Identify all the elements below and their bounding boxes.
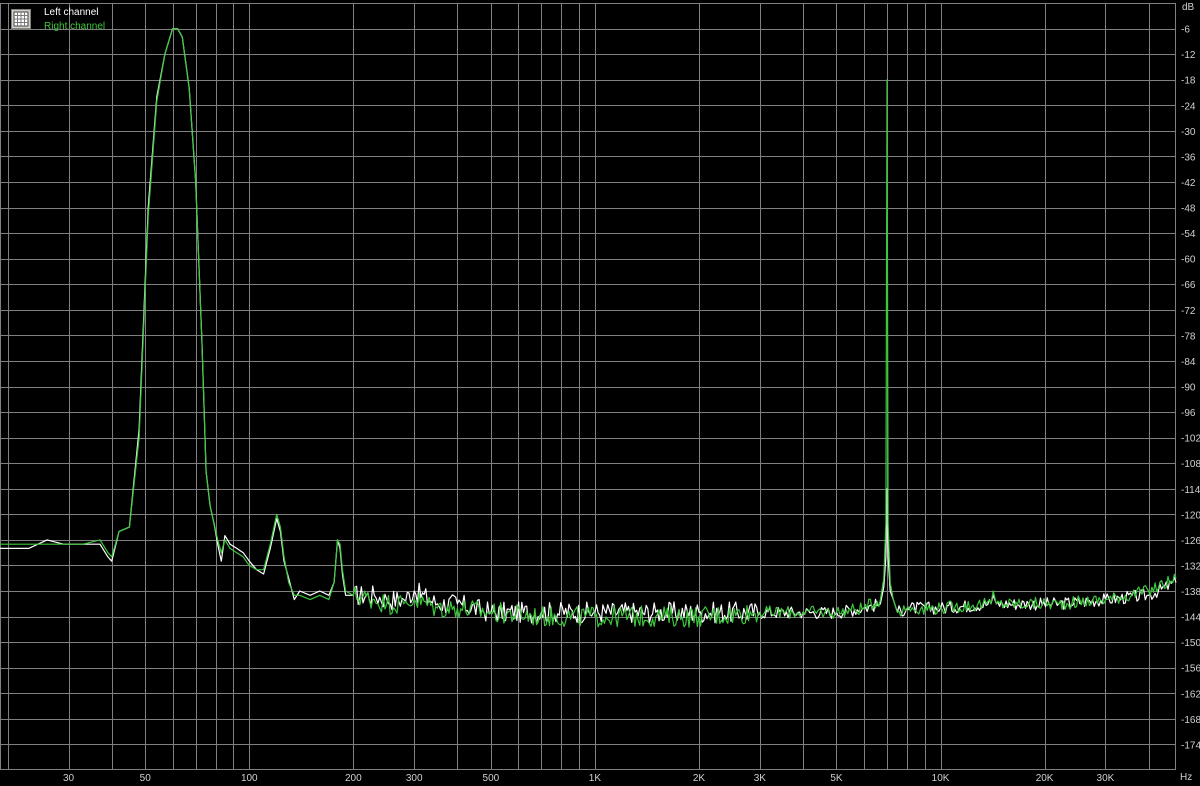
x-tick-label: 30 — [63, 773, 75, 784]
y-tick-label: -6 — [1181, 25, 1190, 36]
chart-legend: Left channel Right channel — [9, 6, 124, 34]
y-tick-label: -30 — [1181, 127, 1196, 138]
y-tick-label: -90 — [1181, 383, 1196, 394]
y-tick-label: -18 — [1181, 76, 1196, 87]
legend-right-channel: Right channel — [44, 21, 106, 32]
y-tick-label: -120 — [1181, 510, 1200, 521]
x-tick-label: 100 — [241, 773, 258, 784]
y-tick-label: -168 — [1181, 715, 1200, 726]
y-tick-label: -60 — [1181, 255, 1196, 266]
x-tick-label: 2K — [693, 773, 706, 784]
x-tick-label: 50 — [140, 773, 152, 784]
x-tick-label: 5K — [830, 773, 843, 784]
x-tick-label: 500 — [483, 773, 500, 784]
y-tick-label: -48 — [1181, 204, 1196, 215]
y-tick-label: -144 — [1181, 613, 1200, 624]
y-tick-label: -108 — [1181, 459, 1200, 470]
x-tick-label: 20K — [1036, 773, 1054, 784]
x-tick-label: 1K — [589, 773, 602, 784]
y-tick-label: -126 — [1181, 536, 1200, 547]
x-tick-label: 200 — [345, 773, 362, 784]
y-tick-label: -96 — [1181, 408, 1196, 419]
legend-left-channel: Left channel — [44, 7, 99, 18]
x-tick-label: 10K — [932, 773, 950, 784]
spectrum-chart: -6 -12 -18 -24 -30 -36 -42 -48 -54 -60 -66 -72 -78 -8… — [0, 0, 1200, 786]
x-unit-label: Hz — [1180, 772, 1192, 783]
y-tick-label: -84 — [1181, 357, 1196, 368]
y-tick-label: -156 — [1181, 664, 1200, 675]
y-tick-label: -78 — [1181, 331, 1196, 342]
x-tick-label: 300 — [406, 773, 423, 784]
y-tick-label: -36 — [1181, 152, 1196, 163]
y-tick-label: -72 — [1181, 306, 1196, 317]
y-tick-label: -24 — [1181, 101, 1196, 112]
y-tick-label: -66 — [1181, 280, 1196, 291]
y-tick-label: -114 — [1181, 485, 1200, 496]
y-tick-label: -174 — [1181, 740, 1200, 751]
y-tick-label: -162 — [1181, 689, 1200, 700]
y-unit-label: dB — [1182, 2, 1195, 13]
y-tick-label: -54 — [1181, 229, 1196, 240]
y-tick-label: -132 — [1181, 561, 1200, 572]
x-tick-label: 3K — [754, 773, 767, 784]
y-tick-label: -42 — [1181, 178, 1196, 189]
y-tick-label: -102 — [1181, 434, 1200, 445]
y-tick-label: -150 — [1181, 638, 1200, 649]
x-tick-label: 30K — [1097, 773, 1115, 784]
y-tick-label: -12 — [1181, 50, 1196, 61]
y-tick-label: -138 — [1181, 587, 1200, 598]
grid-icon[interactable] — [11, 9, 31, 29]
